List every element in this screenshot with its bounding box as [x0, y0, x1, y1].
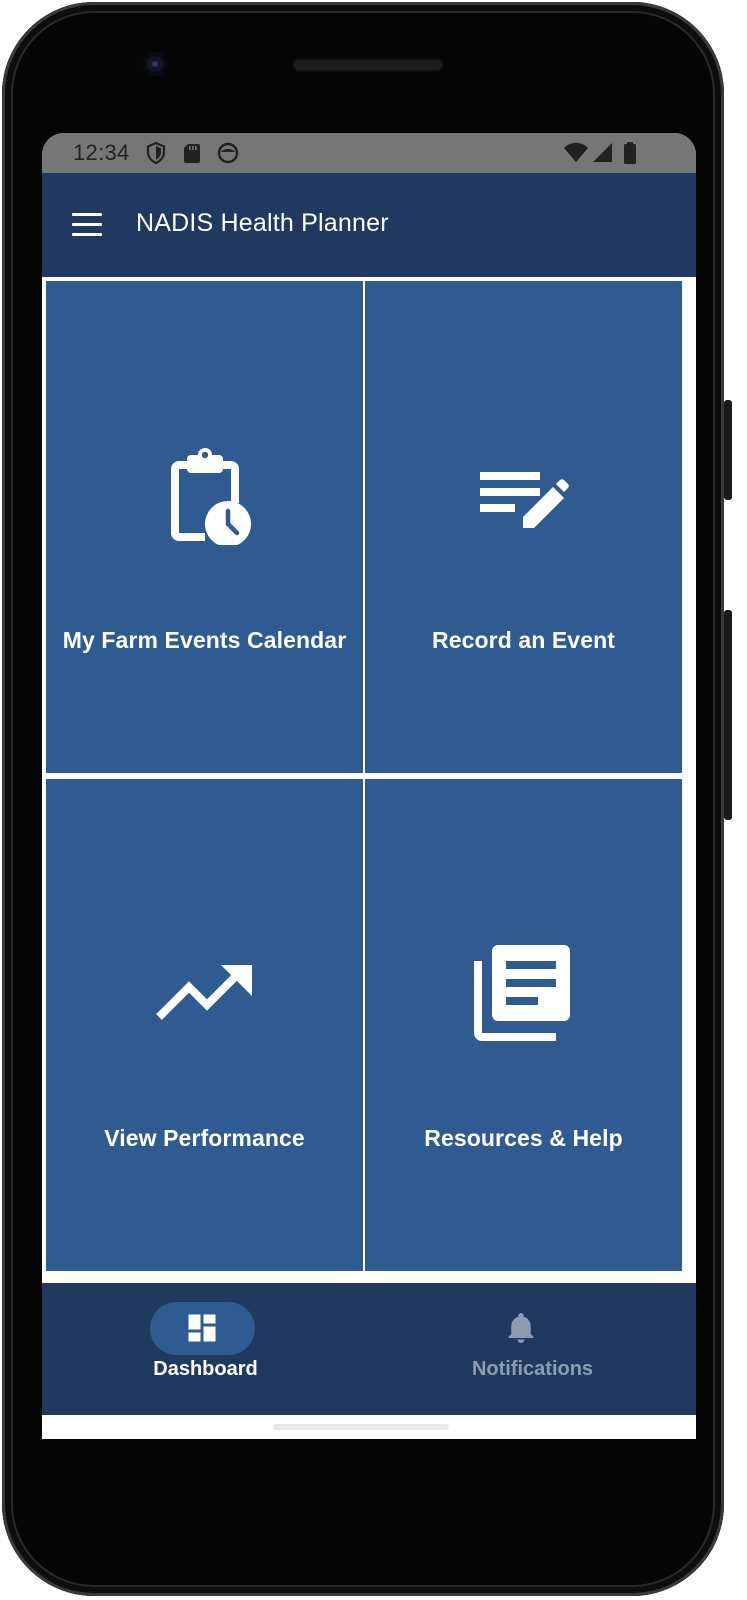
app-bar: NADIS Health Planner	[42, 173, 696, 277]
front-camera	[143, 52, 167, 76]
sd-card-icon	[184, 144, 200, 163]
trending-up-icon	[155, 965, 252, 1020]
volume-button	[724, 610, 732, 820]
dashboard-grid: My Farm Events Calendar Record an Event …	[42, 277, 696, 1287]
library-books-icon	[473, 945, 570, 1041]
earpiece-speaker	[292, 58, 444, 72]
status-bar: 12:34	[42, 133, 696, 173]
edit-note-icon	[479, 472, 569, 528]
shield-icon	[146, 141, 166, 165]
tile-resources-help[interactable]: Resources & Help	[365, 779, 682, 1271]
app-title: NADIS Health Planner	[136, 209, 389, 237]
bottom-navigation: Dashboard Notifications	[42, 1283, 696, 1415]
nav-label-notifications: Notifications	[471, 1358, 594, 1380]
nav-item-dashboard[interactable]: Dashboard	[42, 1283, 369, 1415]
status-time: 12:34	[73, 140, 130, 165]
sync-circle-icon	[217, 142, 239, 164]
bell-icon	[508, 1313, 534, 1343]
dashboard-icon	[188, 1314, 216, 1342]
tile-farm-events-calendar[interactable]: My Farm Events Calendar	[46, 281, 363, 773]
nav-label-dashboard: Dashboard	[153, 1358, 258, 1380]
clipboard-clock-icon	[170, 448, 251, 545]
tile-label: My Farm Events Calendar	[62, 627, 347, 653]
power-button	[724, 400, 732, 500]
nav-item-notifications[interactable]: Notifications	[369, 1283, 696, 1415]
tile-label: Resources & Help	[424, 1125, 623, 1151]
tile-view-performance[interactable]: View Performance	[46, 779, 363, 1271]
screen: 12:34 NADIS Health Planner My Farm Event…	[42, 133, 696, 1439]
home-indicator[interactable]	[273, 1424, 449, 1430]
tile-label: Record an Event	[432, 627, 615, 653]
tile-record-event[interactable]: Record an Event	[365, 281, 682, 773]
tile-label: View Performance	[104, 1125, 305, 1151]
signal-icon	[593, 143, 612, 162]
battery-icon	[624, 142, 636, 164]
wifi-icon	[564, 142, 588, 162]
hamburger-menu-icon[interactable]	[70, 211, 104, 239]
